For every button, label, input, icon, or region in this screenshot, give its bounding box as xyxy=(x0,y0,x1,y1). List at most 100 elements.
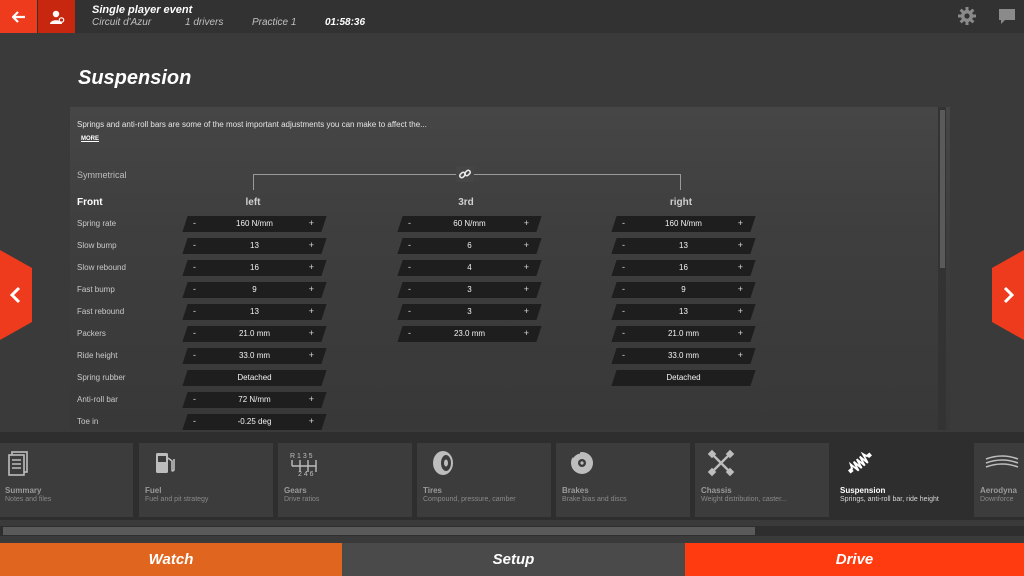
stepper-value: 33.0 mm xyxy=(238,351,271,360)
stepper-left[interactable]: - +9 xyxy=(182,282,327,298)
stepper-right[interactable]: - +13 xyxy=(611,238,756,254)
tabs-scrollbar-thumb[interactable] xyxy=(3,527,755,535)
more-link[interactable]: MORE xyxy=(81,136,99,142)
next-page-button[interactable] xyxy=(992,250,1024,340)
tab-title: Gears xyxy=(284,486,307,495)
chat-icon[interactable] xyxy=(997,7,1017,25)
panel-scrollbar-thumb[interactable] xyxy=(940,110,945,268)
stepper-right[interactable]: - +33.0 mm xyxy=(611,348,756,364)
tab-fuel[interactable]: Fuel Fuel and pit strategy xyxy=(139,443,273,517)
row-label: Fast rebound xyxy=(77,307,125,316)
driver-icon xyxy=(49,10,64,24)
drive-button[interactable]: Drive xyxy=(685,543,1024,576)
fuel-pump-icon xyxy=(156,453,175,473)
stepper-value: 13 xyxy=(679,307,688,316)
tab-subtitle: Compound, pressure, camber xyxy=(423,496,516,503)
stepper-left[interactable]: - +33.0 mm xyxy=(182,348,327,364)
arrow-left-icon xyxy=(11,10,25,23)
stepper-value: 13 xyxy=(250,307,259,316)
tab-aerodynamics[interactable]: Aerodyna Downforce xyxy=(974,443,1024,517)
stepper-left[interactable]: - +13 xyxy=(182,304,327,320)
back-button[interactable] xyxy=(0,0,37,33)
session-time: 01:58:36 xyxy=(325,17,366,28)
driver-profile-button[interactable] xyxy=(38,0,75,33)
tab-title: Suspension xyxy=(840,486,886,495)
tab-brakes[interactable]: Brakes Brake bias and discs xyxy=(556,443,690,517)
svg-text:2 4 6: 2 4 6 xyxy=(298,471,314,477)
tab-tires[interactable]: Tires Compound, pressure, camber xyxy=(417,443,551,517)
tab-gears[interactable]: R 1 3 5 2 4 6 Gears Drive ratios xyxy=(278,443,412,517)
stepper-third[interactable]: - +3 xyxy=(397,304,542,320)
stepper-right[interactable]: - +9 xyxy=(611,282,756,298)
stepper-left[interactable]: - +160 N/mm xyxy=(182,216,327,232)
description-text: Springs and anti-roll bars are some of t… xyxy=(77,120,427,129)
tab-title: Tires xyxy=(423,486,442,495)
tab-subtitle: Brake bias and discs xyxy=(562,496,627,503)
chassis-icon xyxy=(707,449,735,477)
stepper-value: 60 N/mm xyxy=(453,219,486,228)
stepper-value: Detached xyxy=(237,373,272,382)
row-label: Toe in xyxy=(77,417,99,426)
settings-gear-icon[interactable] xyxy=(957,6,977,26)
toggle-left[interactable]: Detached xyxy=(182,370,327,386)
driver-count: 1 drivers xyxy=(185,17,224,28)
stepper-third[interactable]: - +4 xyxy=(397,260,542,276)
stepper-third[interactable]: - +60 N/mm xyxy=(397,216,542,232)
column-left-header: left xyxy=(245,197,261,208)
stepper-value: 21.0 mm xyxy=(667,329,700,338)
stepper-left[interactable]: - +13 xyxy=(182,238,327,254)
stepper-third[interactable]: - +6 xyxy=(397,238,542,254)
svg-text:R 1 3 5: R 1 3 5 xyxy=(290,453,313,460)
track-name: Circuit d'Azur xyxy=(92,17,152,28)
tire-icon xyxy=(433,451,453,475)
watch-button[interactable]: Watch xyxy=(0,543,342,576)
wing-icon xyxy=(985,455,1019,468)
stepper-right[interactable]: - +13 xyxy=(611,304,756,320)
row-label: Fast bump xyxy=(77,285,115,294)
previous-page-button[interactable] xyxy=(0,250,32,340)
tab-title: Chassis xyxy=(701,486,732,495)
stepper-value: 3 xyxy=(467,285,472,294)
stepper-right[interactable]: - +21.0 mm xyxy=(611,326,756,342)
tab-subtitle: Drive ratios xyxy=(284,496,320,503)
tab-subtitle: Weight distribution, caster... xyxy=(701,496,787,503)
setup-button[interactable]: Setup xyxy=(342,543,685,576)
stepper-value: Detached xyxy=(666,373,701,382)
stepper-value: 160 N/mm xyxy=(236,219,273,228)
front-section-label: Front xyxy=(77,197,103,208)
row-label: Spring rate xyxy=(77,219,117,228)
stepper-third[interactable]: - +23.0 mm xyxy=(397,326,542,342)
stepper-value: 23.0 mm xyxy=(453,329,486,338)
stepper-value: 72 N/mm xyxy=(238,395,271,404)
stepper-third[interactable]: - +3 xyxy=(397,282,542,298)
chain-link-icon[interactable] xyxy=(458,167,472,181)
toggle-right[interactable]: Detached xyxy=(611,370,756,386)
tab-subtitle: Downforce xyxy=(980,496,1014,503)
event-title: Single player event xyxy=(92,4,193,16)
stepper-value: 13 xyxy=(250,241,259,250)
stepper-value: 6 xyxy=(467,241,472,250)
stepper-value: 13 xyxy=(679,241,688,250)
session-name: Practice 1 xyxy=(252,17,297,28)
tab-chassis[interactable]: Chassis Weight distribution, caster... xyxy=(695,443,829,517)
tab-title: Brakes xyxy=(562,486,589,495)
stepper-value: -0.25 deg xyxy=(237,417,272,426)
stepper-value: 4 xyxy=(467,263,472,272)
stepper-right[interactable]: - +16 xyxy=(611,260,756,276)
stepper-value: 21.0 mm xyxy=(238,329,271,338)
stepper-value: 160 N/mm xyxy=(665,219,702,228)
tab-summary[interactable]: Summary Notes and files xyxy=(0,443,133,517)
page-title: Suspension xyxy=(78,67,192,89)
column-third-header: 3rd xyxy=(458,197,474,208)
column-right-header: right xyxy=(669,197,693,208)
stepper-left[interactable]: - + -0.25 deg xyxy=(182,414,327,430)
stepper-left[interactable]: - +72 N/mm xyxy=(182,392,327,408)
stepper-right[interactable]: - +160 N/mm xyxy=(611,216,756,232)
tab-subtitle: Notes and files xyxy=(5,496,52,503)
stepper-left[interactable]: - +16 xyxy=(182,260,327,276)
tab-title: Summary xyxy=(5,486,42,495)
stepper-left[interactable]: - +21.0 mm xyxy=(182,326,327,342)
brake-disc-icon xyxy=(570,450,593,474)
tab-suspension[interactable]: Suspension Springs, anti-roll bar, ride … xyxy=(834,443,968,517)
stepper-value: 9 xyxy=(252,285,257,294)
